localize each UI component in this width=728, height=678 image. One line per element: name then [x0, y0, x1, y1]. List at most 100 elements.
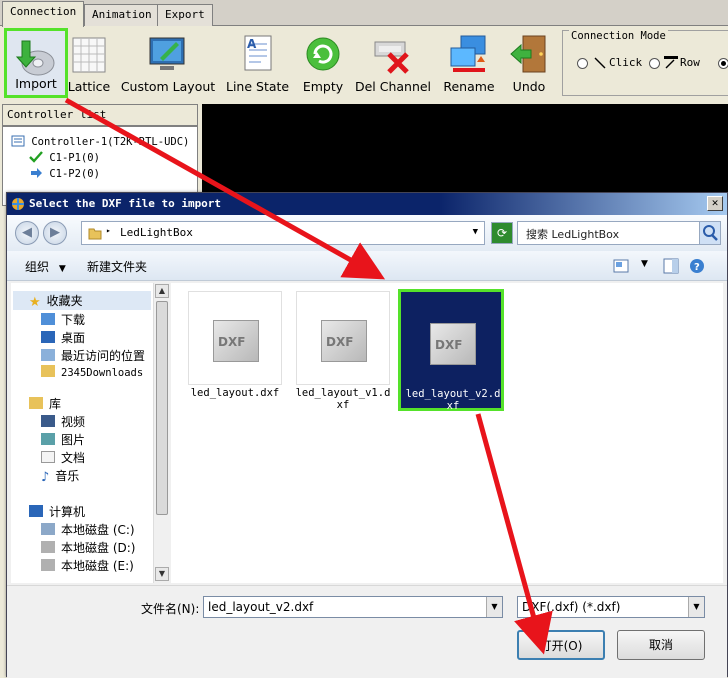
- controller-label: Controller-1(T2K-RTL-UDC): [31, 136, 190, 148]
- lattice-button[interactable]: Lattice: [66, 28, 112, 98]
- nav-favorites[interactable]: ★ 收藏夹: [13, 291, 151, 310]
- scroll-up-icon[interactable]: ▲: [155, 284, 169, 298]
- filetype-select[interactable]: DXF(.dxf) (*.dxf) ▼: [517, 596, 705, 618]
- close-icon[interactable]: ✕: [707, 196, 723, 211]
- chevron-down-icon: ▼: [58, 264, 66, 274]
- search-input[interactable]: 搜索 LedLightBox: [517, 221, 701, 245]
- filename-value: led_layout_v2.dxf: [208, 600, 314, 614]
- nav-disk-d[interactable]: 本地磁盘 (D:): [41, 539, 135, 556]
- file-item[interactable]: DXF led_layout.dxf: [187, 291, 283, 405]
- command-bar: 组织 ▼ 新建文件夹 ▼ ?: [7, 251, 727, 281]
- app-icon: [12, 198, 24, 210]
- file-item[interactable]: DXF led_layout_v1.dxf: [295, 291, 391, 411]
- refresh-icon[interactable]: ⟳: [491, 222, 513, 244]
- recent-places-icon: [41, 349, 55, 361]
- breadcrumb-chevron-icon: ▸: [106, 226, 111, 235]
- nav-documents-label: 文档: [61, 451, 86, 465]
- layout-canvas[interactable]: [202, 104, 728, 204]
- nav-desktop[interactable]: 桌面: [41, 329, 85, 346]
- nav-libraries[interactable]: 库: [29, 395, 61, 412]
- nav-2345downloads[interactable]: 2345Downloads: [41, 365, 143, 379]
- nav-disk-c[interactable]: 本地磁盘 (C:): [41, 521, 135, 538]
- forward-button[interactable]: ▶: [43, 221, 67, 245]
- documents-icon: [41, 451, 55, 463]
- line-icon: [594, 57, 606, 69]
- file-open-dialog: Select the DXF file to import ✕ ◀ ▶ ▸ Le…: [6, 192, 728, 678]
- new-folder-button[interactable]: 新建文件夹: [87, 258, 147, 275]
- dxf-icon-text: DXF: [218, 335, 246, 349]
- search-button[interactable]: [699, 221, 721, 245]
- address-bar[interactable]: ▸ LedLightBox ▼: [81, 221, 485, 245]
- back-button[interactable]: ◀: [15, 221, 39, 245]
- file-thumbnail: DXF: [296, 291, 390, 385]
- rename-button[interactable]: Rename: [440, 28, 498, 98]
- chevron-down-icon[interactable]: ▼: [486, 597, 502, 617]
- nav-videos-label: 视频: [61, 415, 86, 429]
- file-name: led_layout_v1.dxf: [295, 387, 391, 411]
- organize-button[interactable]: 组织 ▼: [25, 258, 66, 275]
- downloads-icon: [41, 313, 55, 325]
- nav-computer[interactable]: 计算机: [29, 503, 85, 520]
- organize-label: 组织: [25, 260, 50, 274]
- nav-videos[interactable]: 视频: [41, 413, 85, 430]
- custom-layout-button[interactable]: Custom Layout: [120, 28, 216, 98]
- undo-button[interactable]: Undo: [506, 28, 552, 98]
- nav-music[interactable]: ♪ 音乐: [41, 467, 79, 485]
- filename-input[interactable]: led_layout_v2.dxf ▼: [203, 596, 503, 618]
- file-thumbnail: DXF: [405, 294, 499, 388]
- del-channel-label: Del Channel: [354, 79, 432, 94]
- rename-icon: [450, 35, 486, 72]
- empty-label: Empty: [302, 79, 344, 94]
- file-item-selected[interactable]: DXF led_layout_v2.dxf: [398, 289, 504, 412]
- nav-pictures[interactable]: 图片: [41, 431, 85, 448]
- tab-connection[interactable]: Connection: [2, 1, 85, 27]
- preview-pane-icon[interactable]: [663, 258, 679, 274]
- nav-disk-e-label: 本地磁盘 (E:): [61, 559, 134, 573]
- nav-2345downloads-label: 2345Downloads: [61, 367, 144, 379]
- tree-port-1[interactable]: C1-P1(0): [29, 151, 100, 164]
- nav-scrollbar[interactable]: ▲ ▼: [153, 283, 169, 583]
- disk-icon: [41, 559, 55, 571]
- nav-recent[interactable]: 最近访问的位置: [41, 347, 145, 364]
- import-label: Import: [15, 76, 57, 91]
- empty-button[interactable]: Empty: [298, 28, 348, 98]
- line-state-button[interactable]: A Line State: [226, 28, 289, 98]
- nav-favorites-label: 收藏夹: [46, 294, 83, 308]
- nav-documents[interactable]: 文档: [41, 449, 85, 466]
- chevron-down-icon[interactable]: ▼: [688, 597, 704, 617]
- nav-disk-e[interactable]: 本地磁盘 (E:): [41, 557, 134, 574]
- music-icon: ♪: [41, 470, 50, 485]
- undo-label: Undo: [512, 79, 546, 94]
- open-button[interactable]: 打开(O): [517, 630, 605, 660]
- click-mode-radio[interactable]: [577, 58, 588, 69]
- scroll-thumb[interactable]: [156, 301, 168, 515]
- row-mode-label: Row: [680, 56, 700, 69]
- nav-downloads[interactable]: 下载: [41, 311, 85, 328]
- file-list-pane: DXF led_layout.dxf DXF led_layout_v1.dxf…: [171, 283, 723, 583]
- tree-port-2[interactable]: C1-P2(0): [29, 167, 100, 180]
- view-menu-chevron-icon[interactable]: ▼: [641, 259, 648, 269]
- tab-animation[interactable]: Animation: [84, 4, 160, 26]
- svg-text:?: ?: [694, 262, 700, 273]
- dialog-footer: 文件名(N): led_layout_v2.dxf ▼ DXF(.dxf) (*…: [7, 585, 727, 678]
- help-icon[interactable]: ?: [689, 258, 705, 274]
- row-icon: [664, 56, 678, 69]
- third-mode-radio[interactable]: [718, 58, 728, 69]
- scroll-down-icon[interactable]: ▼: [155, 567, 169, 581]
- delete-channel-icon: [374, 41, 409, 74]
- star-icon: ★: [29, 295, 41, 310]
- view-options-icon[interactable]: [613, 259, 629, 273]
- lattice-icon: [72, 37, 106, 73]
- tab-export[interactable]: Export: [157, 4, 213, 26]
- row-mode-radio[interactable]: [649, 58, 660, 69]
- del-channel-button[interactable]: Del Channel: [354, 28, 432, 98]
- rename-label: Rename: [443, 79, 495, 94]
- navigation-pane: ★ 收藏夹 下载 桌面 最近访问的位置 2345Downloads 库 视频 图片…: [11, 283, 155, 583]
- import-button[interactable]: Import: [4, 28, 68, 98]
- chevron-down-icon[interactable]: ▼: [473, 227, 478, 237]
- dxf-file-icon: DXF: [430, 323, 476, 365]
- checkmark-icon: [29, 151, 43, 163]
- nav-disk-d-label: 本地磁盘 (D:): [61, 541, 136, 555]
- tree-controller[interactable]: Controller-1(T2K-RTL-UDC): [11, 135, 189, 148]
- cancel-button[interactable]: 取消: [617, 630, 705, 660]
